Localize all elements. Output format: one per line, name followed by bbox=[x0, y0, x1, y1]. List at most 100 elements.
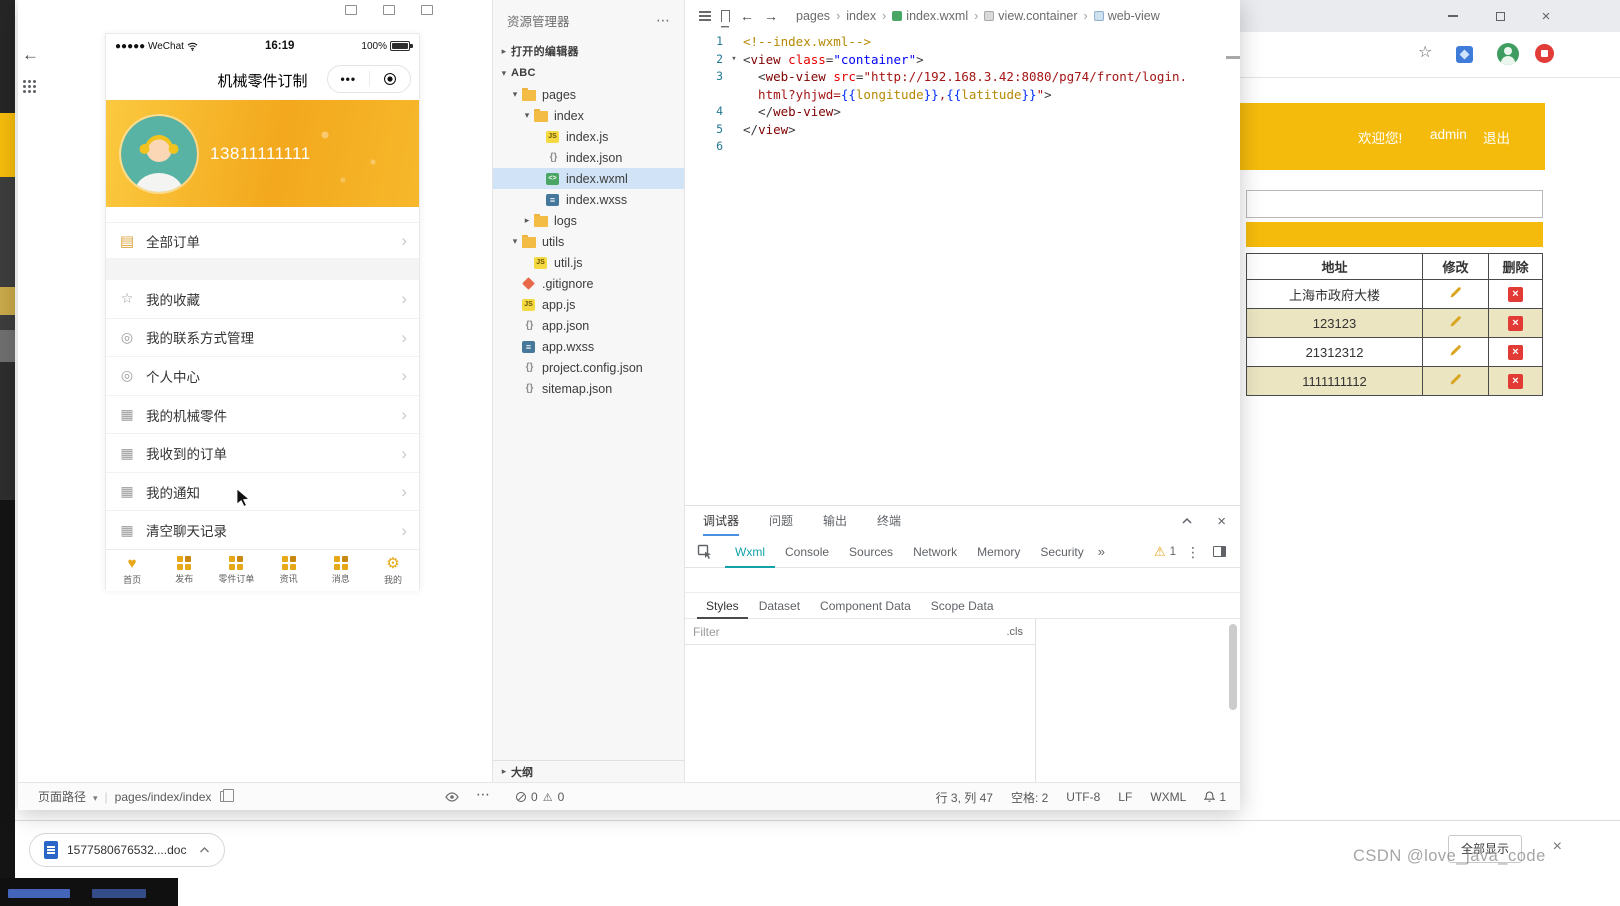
menu-item[interactable]: ▦ 清空聊天记录 › bbox=[106, 511, 419, 550]
tree-item[interactable]: ▸ logs bbox=[493, 210, 684, 231]
delete-button[interactable]: × bbox=[1508, 315, 1523, 331]
more-actions-icon[interactable] bbox=[656, 12, 670, 29]
logout-link[interactable]: 退出 bbox=[1483, 127, 1510, 147]
bookmark-star-icon[interactable]: ☆ bbox=[1418, 45, 1432, 61]
project-section[interactable]: ABC bbox=[493, 62, 684, 84]
username-link[interactable]: admin bbox=[1430, 127, 1467, 142]
tree-item[interactable]: index.wxss bbox=[493, 189, 684, 210]
menu-item[interactable]: ◎ 个人中心 › bbox=[106, 357, 419, 396]
tabbar-item[interactable]: 零件订单 bbox=[210, 550, 262, 591]
outline-list-icon[interactable] bbox=[699, 11, 711, 13]
toolbar-window-icon[interactable] bbox=[345, 5, 357, 15]
language-mode[interactable]: WXML bbox=[1150, 790, 1186, 804]
extension-red-icon[interactable] bbox=[1535, 44, 1554, 63]
encoding[interactable]: UTF-8 bbox=[1066, 790, 1100, 804]
menu-item[interactable]: ▦ 我的通知 › bbox=[106, 472, 419, 512]
extension-icon[interactable] bbox=[1456, 46, 1473, 63]
tree-item[interactable]: .gitignore bbox=[493, 273, 684, 294]
tree-item[interactable]: index.wxml bbox=[493, 168, 684, 189]
chevron-up-icon[interactable] bbox=[199, 846, 210, 854]
breadcrumb-item[interactable]: view.container bbox=[984, 9, 1078, 23]
tabs-overflow-icon[interactable]: » bbox=[1098, 544, 1105, 559]
tab-memory[interactable]: Memory bbox=[967, 536, 1030, 568]
notifications-bell[interactable]: 1 bbox=[1204, 790, 1226, 804]
inspect-element-icon[interactable] bbox=[697, 544, 713, 560]
page-path-label[interactable]: 页面路径 bbox=[38, 788, 86, 805]
download-item[interactable]: 1577580676532....doc bbox=[29, 833, 226, 867]
tree-item[interactable]: ▾ pages bbox=[493, 84, 684, 105]
breadcrumb-item[interactable]: pages bbox=[796, 9, 830, 23]
tree-item[interactable]: app.js bbox=[493, 294, 684, 315]
tabbar-item[interactable]: 资讯 bbox=[263, 550, 315, 591]
window-minimize-button[interactable] bbox=[1445, 8, 1461, 24]
tree-item[interactable]: util.js bbox=[493, 252, 684, 273]
indent-setting[interactable]: 空格: 2 bbox=[1011, 789, 1048, 806]
dock-side-icon[interactable] bbox=[1213, 546, 1226, 557]
tree-item[interactable]: ▾ index bbox=[493, 105, 684, 126]
fold-icon[interactable]: ▾ bbox=[725, 51, 743, 69]
delete-button[interactable]: × bbox=[1508, 373, 1523, 389]
open-editors-section[interactable]: 打开的编辑器 bbox=[493, 40, 684, 62]
tabbar-item[interactable]: ♥ 首页 bbox=[106, 550, 158, 591]
copy-icon[interactable] bbox=[220, 789, 235, 802]
tabbar-item[interactable]: ⚙ 我的 bbox=[367, 550, 419, 591]
close-panel-icon[interactable]: × bbox=[1217, 514, 1226, 529]
eye-icon[interactable] bbox=[445, 792, 459, 802]
tree-item[interactable]: app.json bbox=[493, 315, 684, 336]
breadcrumb-item[interactable]: index bbox=[846, 9, 876, 23]
tabbar-item[interactable]: 消息 bbox=[315, 550, 367, 591]
menu-item[interactable]: ◎ 我的联系方式管理 › bbox=[106, 318, 419, 358]
nav-back-icon[interactable]: ← bbox=[740, 9, 754, 23]
menu-item[interactable]: ▦ 我的机械零件 › bbox=[106, 395, 419, 435]
delete-button[interactable]: × bbox=[1508, 344, 1523, 360]
outline-section[interactable]: 大纲 bbox=[493, 760, 684, 782]
tab-wxml[interactable]: Wxml bbox=[725, 536, 775, 568]
menu-item-all-orders[interactable]: 全部订单 › bbox=[106, 222, 419, 259]
breadcrumb-item[interactable]: index.wxml bbox=[892, 9, 968, 23]
tree-item[interactable]: project.config.json bbox=[493, 357, 684, 378]
tab-dataset[interactable]: Dataset bbox=[750, 593, 809, 619]
panel-divider[interactable] bbox=[1035, 619, 1036, 782]
edit-pencil-icon[interactable] bbox=[1449, 315, 1462, 331]
tab-sources[interactable]: Sources bbox=[839, 536, 903, 568]
tab-scope-data[interactable]: Scope Data bbox=[922, 593, 1003, 619]
tree-item[interactable]: sitemap.json bbox=[493, 378, 684, 399]
more-icon[interactable] bbox=[476, 786, 490, 803]
tree-item[interactable]: app.wxss bbox=[493, 336, 684, 357]
browser-back-icon[interactable]: ← bbox=[22, 46, 39, 63]
wechat-capsule[interactable]: ••• bbox=[327, 65, 411, 93]
kebab-menu-icon[interactable] bbox=[1186, 544, 1200, 561]
eol-setting[interactable]: LF bbox=[1118, 790, 1132, 804]
problems-indicator[interactable]: 0 0 bbox=[516, 783, 564, 811]
window-maximize-button[interactable] bbox=[1492, 8, 1508, 24]
cls-toggle[interactable]: .cls bbox=[1007, 626, 1028, 638]
delete-button[interactable]: × bbox=[1508, 286, 1523, 302]
tab-component-data[interactable]: Component Data bbox=[811, 593, 920, 619]
warning-indicator[interactable]: 1 bbox=[1154, 536, 1176, 568]
tree-item[interactable]: index.json bbox=[493, 147, 684, 168]
tab-network[interactable]: Network bbox=[903, 536, 967, 568]
bookmark-icon[interactable] bbox=[721, 10, 730, 26]
menu-item[interactable]: ▦ 我收到的订单 › bbox=[106, 434, 419, 473]
filter-input[interactable] bbox=[693, 624, 1007, 639]
edit-pencil-icon[interactable] bbox=[1449, 286, 1462, 302]
toolbar-window-icon[interactable] bbox=[383, 5, 395, 15]
tab-styles[interactable]: Styles bbox=[697, 593, 748, 619]
window-close-button[interactable]: × bbox=[1538, 8, 1554, 24]
browser-profile-avatar[interactable] bbox=[1497, 43, 1519, 65]
tab-调试器[interactable]: 调试器 bbox=[703, 506, 739, 536]
collapse-panel-icon[interactable] bbox=[1181, 515, 1193, 527]
tree-item[interactable]: index.js bbox=[493, 126, 684, 147]
cursor-position[interactable]: 行 3, 列 47 bbox=[936, 789, 993, 806]
avatar[interactable] bbox=[121, 115, 197, 192]
edit-pencil-icon[interactable] bbox=[1449, 373, 1462, 389]
page-path-value[interactable]: pages/index/index bbox=[115, 790, 212, 804]
toolbar-window-icon[interactable] bbox=[421, 5, 433, 15]
tab-输出[interactable]: 输出 bbox=[823, 506, 847, 536]
scrollbar-thumb[interactable] bbox=[1229, 624, 1237, 710]
tab-security[interactable]: Security bbox=[1030, 536, 1093, 568]
nav-forward-icon[interactable]: → bbox=[764, 9, 778, 23]
capsule-more-icon[interactable]: ••• bbox=[328, 72, 369, 86]
tabbar-item[interactable]: 发布 bbox=[158, 550, 210, 591]
breadcrumb-item[interactable]: web-view bbox=[1093, 9, 1160, 23]
